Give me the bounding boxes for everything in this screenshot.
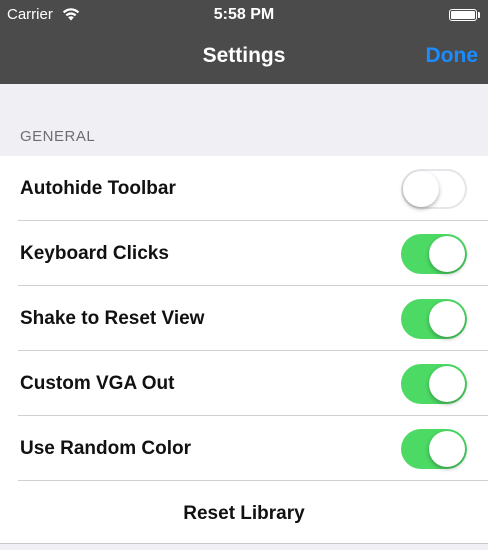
divider [0,543,488,544]
setting-row-custom-vga-out: Custom VGA Out [0,351,488,416]
page-title: Settings [202,44,286,67]
setting-row-autohide-toolbar: Autohide Toolbar [0,156,488,221]
setting-row-use-random-color: Use Random Color [0,416,488,481]
setting-row-keyboard-clicks: Keyboard Clicks [0,221,488,286]
toggle-knob [429,236,465,272]
setting-label: Use Random Color [20,438,192,459]
keyboard-clicks-toggle[interactable] [401,234,467,274]
section-header-general: GENERAL [20,128,96,145]
toggle-knob [403,171,439,207]
setting-label: Custom VGA Out [20,373,175,394]
done-button[interactable]: Done [426,43,479,69]
setting-row-shake-to-reset-view: Shake to Reset View [0,286,488,351]
battery-level [451,11,475,19]
toggle-knob [429,366,465,402]
status-bar: Carrier 5:58 PM [0,0,488,30]
use-random-color-toggle[interactable] [401,429,467,469]
setting-label: Keyboard Clicks [20,243,169,264]
settings-list: Autohide Toolbar Keyboard Clicks Shake t… [0,156,488,544]
reset-library-label: Reset Library [183,503,305,524]
toggle-knob [429,431,465,467]
battery-tip [478,12,480,18]
shake-to-reset-view-toggle[interactable] [401,299,467,339]
autohide-toolbar-toggle[interactable] [401,169,467,209]
battery-icon [449,9,477,21]
reset-library-button[interactable]: Reset Library [0,481,488,544]
custom-vga-out-toggle[interactable] [401,364,467,404]
navigation-bar: Settings Done [0,30,488,84]
setting-label: Shake to Reset View [20,308,205,329]
toggle-knob [429,301,465,337]
setting-label: Autohide Toolbar [20,178,176,199]
status-time: 5:58 PM [213,6,275,23]
